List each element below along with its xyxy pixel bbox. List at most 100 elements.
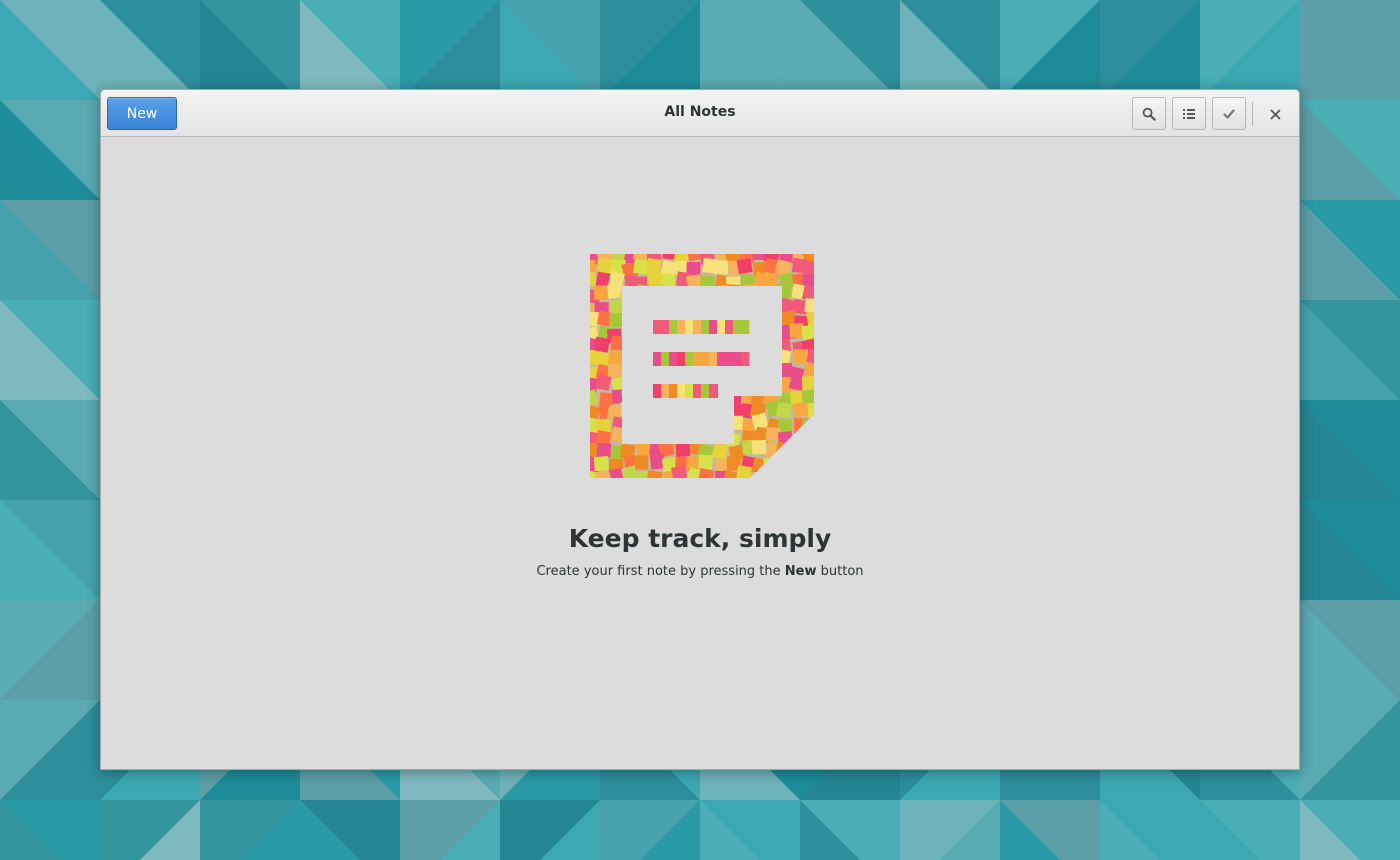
sticky-note-square xyxy=(753,470,770,478)
sticky-note-square xyxy=(594,285,609,300)
sticky-note-square xyxy=(793,469,810,478)
sticky-note-square xyxy=(801,324,814,341)
note-line-segment xyxy=(717,352,725,366)
empty-state-heading: Keep track, simply xyxy=(568,524,832,553)
note-line-segment xyxy=(717,384,718,398)
empty-state-subtitle: Create your first note by pressing the N… xyxy=(101,564,1299,579)
note-line-segment xyxy=(677,320,685,334)
sticky-note-square xyxy=(647,270,662,286)
empty-state-subtitle-end: button xyxy=(816,564,864,579)
sticky-note-square xyxy=(804,429,814,447)
note-line-segment xyxy=(653,352,661,366)
empty-state-subtitle-start: Create your first note by pressing the xyxy=(536,564,785,579)
desktop-background: New All Notes Keep track, simply Create … xyxy=(0,0,1400,860)
sticky-notes-collage-icon xyxy=(590,254,814,478)
note-line-segment xyxy=(749,320,750,334)
note-line-segment xyxy=(669,320,677,334)
sticky-note-square xyxy=(762,271,779,288)
note-line-segment xyxy=(685,384,693,398)
note-line-segment xyxy=(725,320,733,334)
note-line-segment xyxy=(741,320,749,334)
sticky-note-square xyxy=(590,259,596,274)
sticky-note-square xyxy=(765,470,781,478)
sticky-note-square xyxy=(633,258,649,275)
headerbar: New All Notes xyxy=(101,90,1299,137)
sticky-note-square xyxy=(775,402,792,419)
checkmark-icon xyxy=(1223,108,1235,119)
sticky-note-square xyxy=(596,443,612,458)
sticky-note-square xyxy=(763,457,778,473)
sticky-note-square xyxy=(607,363,623,379)
note-line-segment xyxy=(685,320,693,334)
sticky-note-square xyxy=(778,455,795,471)
sticky-note-square xyxy=(790,444,805,459)
note-line-segment xyxy=(693,320,701,334)
search-icon xyxy=(1142,107,1156,121)
sticky-note-square xyxy=(593,336,610,353)
sticky-note-square xyxy=(634,455,649,470)
note-line-segment xyxy=(741,352,749,366)
sticky-note-square xyxy=(805,451,814,469)
sticky-note-square xyxy=(791,455,806,470)
note-line-segment xyxy=(677,352,685,366)
sticky-note-square xyxy=(609,312,624,328)
headerbar-separator xyxy=(1252,102,1253,126)
sticky-note-square xyxy=(593,456,609,472)
list-view-icon xyxy=(1183,108,1195,119)
note-line-segment xyxy=(669,352,677,366)
sticky-note-square xyxy=(736,258,753,275)
empty-state-subtitle-emphasis: New xyxy=(784,564,817,579)
notes-empty-view: Keep track, simply Create your first not… xyxy=(101,137,1299,769)
note-line-segment xyxy=(709,384,717,398)
sticky-note-square xyxy=(789,323,805,338)
selection-mode-button[interactable] xyxy=(1212,97,1246,130)
note-line-segment xyxy=(701,352,709,366)
sticky-note-square xyxy=(607,349,625,366)
sticky-note-square xyxy=(751,439,767,455)
note-line-segment xyxy=(693,384,701,398)
note-line-segment xyxy=(701,320,709,334)
sticky-note-square xyxy=(675,442,691,457)
window-title: All Notes xyxy=(664,104,736,120)
sticky-note-square xyxy=(802,418,814,434)
note-line-segment xyxy=(709,320,717,334)
sticky-note-square xyxy=(775,441,792,458)
sticky-note-square xyxy=(776,471,791,478)
close-icon xyxy=(1270,109,1280,119)
sticky-note-square xyxy=(791,257,808,274)
note-line-segment xyxy=(709,352,717,366)
notes-window: New All Notes Keep track, simply Create … xyxy=(100,89,1300,770)
note-line-segment xyxy=(661,320,669,334)
note-line-segment xyxy=(677,384,685,398)
note-line-segment xyxy=(717,320,725,334)
note-line-segment xyxy=(693,352,701,366)
sticky-note-square xyxy=(805,465,814,478)
sticky-note-square xyxy=(713,260,729,275)
note-line-segment xyxy=(685,352,693,366)
note-line-segment xyxy=(661,384,669,398)
note-line-segment xyxy=(661,352,669,366)
note-line-segment xyxy=(669,384,677,398)
sticky-note-square xyxy=(736,465,752,478)
sticky-note-square xyxy=(801,376,814,391)
sticky-note-square xyxy=(793,349,809,364)
sticky-note-square xyxy=(804,297,814,314)
note-line-segment xyxy=(653,384,661,398)
view-toggle-button[interactable] xyxy=(1172,97,1206,130)
sticky-note-square xyxy=(807,402,814,418)
sticky-note-square xyxy=(803,442,814,458)
search-button[interactable] xyxy=(1132,97,1166,130)
note-line-segment xyxy=(749,352,750,366)
close-window-button[interactable] xyxy=(1261,100,1289,128)
note-line-segment xyxy=(733,352,741,366)
new-note-button[interactable]: New xyxy=(107,97,177,130)
note-line-segment xyxy=(733,320,741,334)
sticky-note-square xyxy=(594,374,612,391)
sticky-note-square xyxy=(792,401,810,418)
sticky-note-square xyxy=(597,259,612,274)
sticky-note-square xyxy=(792,430,809,448)
sticky-note-square xyxy=(698,454,713,470)
note-line-segment xyxy=(725,352,733,366)
note-line-segment xyxy=(701,384,709,398)
note-line-segment xyxy=(653,320,661,334)
